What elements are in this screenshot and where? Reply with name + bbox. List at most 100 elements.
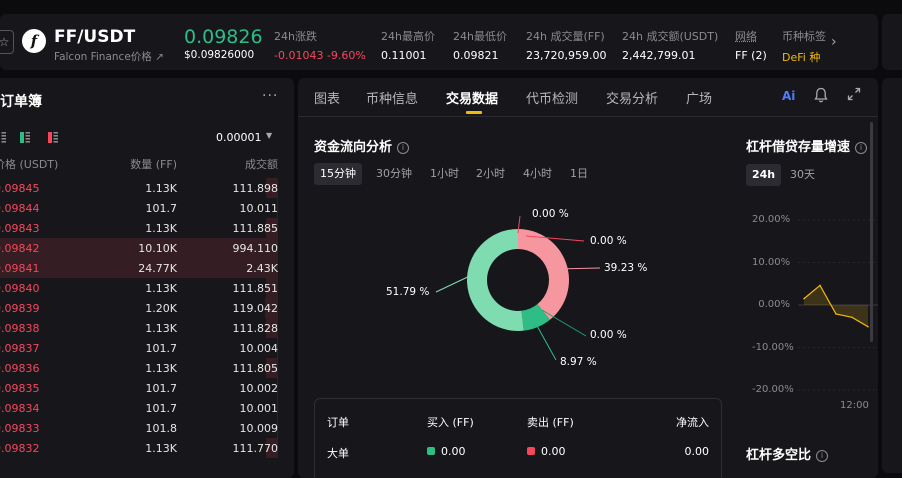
buy-legend-swatch: [427, 447, 435, 455]
side-panel-stub-lower: [882, 78, 902, 473]
table-row[interactable]: 0.09845 1.13K 111.898: [0, 178, 294, 198]
chevron-right-icon[interactable]: ›: [831, 34, 837, 50]
row-price: 0.09844: [0, 202, 40, 215]
table-row[interactable]: 0.09835 101.7 10.002: [0, 378, 294, 398]
table-row[interactable]: 0.09837 101.7 10.004: [0, 338, 294, 358]
vertical-scrollbar[interactable]: [870, 122, 873, 342]
info-icon[interactable]: i: [816, 450, 829, 462]
row-total: 111.805: [232, 362, 279, 375]
stat-value-network[interactable]: FF (2): [735, 49, 767, 62]
row-price: 0.09840: [0, 282, 40, 295]
stat-label-volume: 24h 成交量(FF): [526, 30, 605, 43]
bell-icon[interactable]: [814, 87, 828, 103]
row-qty: 1.13K: [145, 442, 177, 455]
orderbook-asks-view-icon[interactable]: [48, 132, 58, 143]
orderbook-title: 订单簿: [0, 94, 42, 110]
long-short-title-text: 杠杆多空比: [746, 448, 812, 463]
table-cell-sell-value: 0.00: [541, 445, 566, 458]
table-header-buy: 买入 (FF): [427, 416, 474, 429]
row-total: 10.009: [239, 422, 279, 435]
row-price: 0.09845: [0, 182, 40, 195]
stat-value-volume: 23,720,959.00: [526, 49, 607, 62]
series-point: [803, 297, 805, 300]
stat-value-high: 0.11001: [381, 49, 427, 62]
leverage-growth-title-text: 杠杆借贷存量增速: [746, 140, 851, 155]
row-total: 111.851: [232, 282, 279, 295]
stat-label-low: 24h最低价: [453, 30, 507, 43]
series-point: [835, 313, 837, 315]
row-qty: 101.7: [145, 342, 178, 355]
expand-icon[interactable]: [847, 87, 861, 101]
table-cell-buy: 0.00: [427, 445, 466, 458]
orderbook-bids-view-icon[interactable]: [20, 132, 30, 143]
stat-label-network: 网络: [735, 30, 757, 43]
row-qty: 24.77K: [138, 262, 177, 275]
row-total: 10.004: [239, 342, 279, 355]
donut-slice[interactable]: [467, 229, 524, 331]
row-price: 0.09832: [0, 442, 40, 455]
table-row[interactable]: 0.09832 1.13K 111.770: [0, 438, 294, 458]
pie-label-3: 39.23 %: [604, 262, 648, 274]
y-tick-label: -10.00%: [752, 342, 794, 353]
row-price: 0.09839: [0, 302, 40, 315]
row-total: 111.828: [232, 322, 279, 335]
row-qty: 1.13K: [145, 282, 177, 295]
table-row[interactable]: 0.09843 1.13K 111.885: [0, 218, 294, 238]
stat-label-turnover: 24h 成交额(USDT): [622, 30, 719, 43]
row-price: 0.09838: [0, 322, 40, 335]
table-row[interactable]: 0.09841 24.77K 2.43K: [0, 258, 294, 278]
table-cell-sell: 0.00: [527, 445, 566, 458]
stat-label-tags: 币种标签: [782, 30, 826, 43]
y-tick-label: 0.00%: [758, 299, 790, 310]
series-point: [851, 316, 853, 319]
leverage-growth-line-chart: [798, 219, 878, 391]
row-qty: 1.13K: [145, 362, 177, 375]
table-row[interactable]: 0.09833 101.8 10.009: [0, 418, 294, 438]
row-price: 0.09834: [0, 402, 40, 415]
row-price: 0.09837: [0, 342, 40, 355]
fund-flow-table: 订单 买入 (FF) 卖出 (FF) 净流入 大单 0.00 0.00 0.00: [314, 398, 722, 478]
row-total: 10.001: [239, 402, 279, 415]
leverage-tab-30d[interactable]: 30天: [784, 164, 821, 186]
row-price: 0.09833: [0, 422, 40, 435]
favorite-star-icon[interactable]: ☆: [0, 30, 14, 54]
table-row[interactable]: 0.09840 1.13K 111.851: [0, 278, 294, 298]
table-row[interactable]: 0.09838 1.13K 111.828: [0, 318, 294, 338]
orderbook-both-view-icon[interactable]: [0, 132, 6, 143]
table-cell-buy-value: 0.00: [441, 445, 466, 458]
caret-down-icon[interactable]: ▼: [266, 131, 272, 140]
table-row[interactable]: 0.09844 101.7 10.011: [0, 198, 294, 218]
y-tick-label: 20.00%: [752, 214, 791, 225]
row-qty: 1.13K: [145, 182, 177, 195]
table-row[interactable]: 0.09834 101.7 10.001: [0, 398, 294, 418]
stat-value-tags[interactable]: DeFi 种: [782, 49, 828, 65]
leverage-tab-24h[interactable]: 24h: [746, 164, 782, 186]
ai-assistant-icon[interactable]: Ai: [782, 89, 795, 103]
fund-flow-donut-chart: [435, 215, 601, 361]
table-header-sell: 卖出 (FF): [527, 416, 574, 429]
last-price: 0.09826: [184, 26, 263, 48]
col-header-total: 成交额: [245, 158, 278, 171]
table-row[interactable]: 0.09842 10.10K 994.110: [0, 238, 294, 258]
row-qty: 1.20K: [145, 302, 177, 315]
pair-subtitle-link[interactable]: Falcon Finance价格 ↗: [54, 49, 164, 64]
pie-label-4: 0.00 %: [590, 329, 627, 341]
more-icon[interactable]: ···: [262, 88, 278, 104]
row-qty: 101.7: [145, 202, 178, 215]
row-total: 10.011: [239, 202, 279, 215]
pie-leader-line: [535, 323, 557, 361]
precision-select[interactable]: 0.00001: [216, 131, 262, 144]
pair-name[interactable]: FF/USDT: [54, 27, 135, 47]
info-icon[interactable]: i: [855, 142, 868, 154]
donut-slice[interactable]: [518, 229, 569, 320]
pie-label-5: 8.97 %: [560, 356, 597, 368]
col-header-price: 价格 (USDT): [0, 158, 59, 171]
table-row[interactable]: 0.09839 1.20K 119.042: [0, 298, 294, 318]
x-tick-label: 12:00: [840, 400, 869, 411]
table-header-net: 净流入: [676, 416, 709, 429]
stat-value-turnover: 2,442,799.01: [622, 49, 696, 62]
row-qty: 101.7: [145, 382, 178, 395]
row-qty: 1.13K: [145, 222, 177, 235]
table-cell-type: 大单: [327, 447, 349, 460]
table-row[interactable]: 0.09836 1.13K 111.805: [0, 358, 294, 378]
